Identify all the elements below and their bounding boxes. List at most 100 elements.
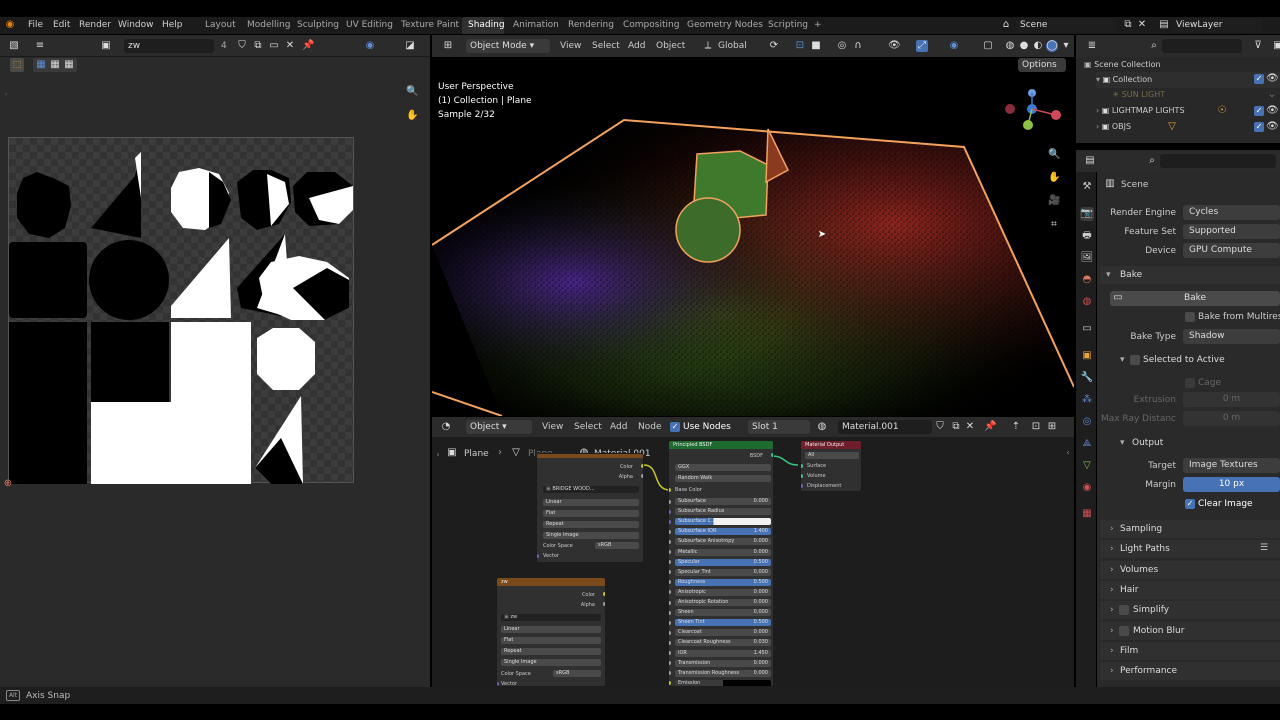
xray-toggle-icon[interactable]: ▢ xyxy=(982,40,994,52)
image-node-top-projection[interactable]: Flat xyxy=(543,510,639,517)
tab-animation[interactable]: Animation xyxy=(513,20,559,30)
menu-help[interactable]: Help xyxy=(162,20,183,30)
toolbar-collapse-arrow-icon[interactable]: › xyxy=(0,88,12,100)
viewport-render-area[interactable]: User Perspective (1) Collection | Plane … xyxy=(432,57,1074,416)
outliner-filter-icon[interactable]: ⊽ xyxy=(1252,40,1264,52)
editor-type-icon[interactable]: ▧ xyxy=(8,40,20,52)
bsdf-input-row[interactable]: Specular 0.500 xyxy=(675,558,771,566)
modifier-tab-icon[interactable]: 🔧 xyxy=(1080,371,1094,385)
bsdf-input-row[interactable]: Roughness 0.500 xyxy=(675,578,771,586)
bsdf-input-socket[interactable] xyxy=(669,600,671,605)
tab-compositing[interactable]: Compositing xyxy=(623,20,679,30)
render-tab-icon[interactable]: 📷 xyxy=(1080,207,1094,221)
render-engine-dropdown[interactable]: Cycles xyxy=(1183,205,1280,220)
hamburger-menu-icon[interactable]: ≡ xyxy=(34,40,46,52)
bsdf-input-socket[interactable] xyxy=(669,580,671,585)
bsdf-input-row[interactable]: Subsurface Radius xyxy=(675,508,771,516)
clear-image-checkbox[interactable]: ✓ xyxy=(1185,499,1195,509)
collection-include-checkbox[interactable]: ✓ xyxy=(1254,74,1264,84)
viewport-menu-select[interactable]: Select xyxy=(592,41,620,51)
viewport-menu-add[interactable]: Add xyxy=(628,41,645,51)
shading-rendered-icon[interactable]: ◯ xyxy=(1046,40,1058,52)
bsdf-distribution[interactable]: GGX xyxy=(675,464,771,471)
ortho-grid-icon[interactable]: ⌗ xyxy=(1048,219,1060,231)
bsdf-input-socket[interactable] xyxy=(669,651,671,655)
material-tab-icon[interactable]: ◉ xyxy=(1080,481,1094,495)
tab-modelling[interactable]: Modelling xyxy=(247,20,290,30)
tab-scripting[interactable]: Scripting xyxy=(768,20,808,30)
bsdf-node-header[interactable]: Principled BSDF xyxy=(669,441,773,449)
menu-file[interactable]: File xyxy=(28,20,43,30)
bsdf-input-row[interactable]: Sheen Tint 0.500 xyxy=(675,619,771,627)
tab-rendering[interactable]: Rendering xyxy=(568,20,614,30)
properties-search-icon[interactable]: ⌕ xyxy=(1146,155,1158,167)
principled-bsdf-node[interactable]: Principled BSDF BSDF GGX Random Walk Bas… xyxy=(668,440,774,687)
bsdf-input-socket[interactable] xyxy=(669,539,671,544)
image-node-bottom-extension[interactable]: Repeat xyxy=(501,648,601,655)
constraints-tab-icon[interactable]: ⟁ xyxy=(1080,437,1094,451)
use-nodes-checkbox[interactable]: ✓ xyxy=(670,422,680,432)
node-menu-add[interactable]: Add xyxy=(610,422,627,432)
image-node-top-interp[interactable]: Linear xyxy=(543,499,639,506)
feature-set-dropdown[interactable]: Supported xyxy=(1183,224,1280,239)
outliner-lightmap-lights[interactable]: › ▣ LIGHTMAP LIGHTS xyxy=(1096,103,1280,119)
material-output-target[interactable]: All xyxy=(805,452,859,459)
output-tab-icon[interactable]: 🖶 xyxy=(1080,229,1094,243)
image-node-bottom-alpha-socket[interactable] xyxy=(603,602,605,606)
image-node-bottom-projection[interactable]: Flat xyxy=(501,637,601,644)
open-folder-icon[interactable]: ▭ xyxy=(268,40,280,52)
collection-visibility-eye-icon[interactable]: 👁 xyxy=(1266,73,1279,85)
image-node-top-colorspace[interactable]: sRGB xyxy=(595,542,639,549)
shading-options-icon[interactable]: ▾ xyxy=(1060,40,1072,52)
tab-layout[interactable]: Layout xyxy=(205,20,236,30)
bake-panel-header[interactable]: ▾ Bake xyxy=(1100,266,1280,284)
extrusion-field[interactable]: 0 m xyxy=(1183,392,1280,407)
image-texture-node-bottom[interactable]: zw Color Alpha ▣ zw Linear Flat Repeat S… xyxy=(496,577,606,687)
node-menu-view[interactable]: View xyxy=(542,422,563,432)
bsdf-input-socket[interactable] xyxy=(669,661,671,666)
physics-tab-icon[interactable]: ◎ xyxy=(1080,415,1094,429)
objs-eye-icon[interactable]: 👁 xyxy=(1266,121,1279,133)
bsdf-input-row[interactable]: Transmission 0.000 xyxy=(675,659,771,667)
bsdf-input-row[interactable]: Subsurface IOR 1.400 xyxy=(675,528,771,536)
visibility-icon[interactable]: 👁 xyxy=(888,40,901,52)
image-node-bottom-image-field[interactable]: ▣ zw xyxy=(501,614,601,621)
shading-material-icon[interactable]: ◐ xyxy=(1032,40,1044,52)
material-output-surface-socket[interactable] xyxy=(801,464,803,468)
outliner-search-input[interactable] xyxy=(1162,39,1242,53)
node-editor-type-icon[interactable]: ◔ xyxy=(440,421,452,433)
image-name-field[interactable]: zw xyxy=(124,39,214,53)
image-browse-icon[interactable]: ▣ xyxy=(100,40,112,52)
panel-enable-checkbox[interactable] xyxy=(1119,625,1129,636)
bsdf-input-row[interactable]: Transmission Roughness 0.000 xyxy=(675,669,771,677)
outliner-scene-collection[interactable]: ▣ Scene Collection xyxy=(1084,57,1280,73)
image-node-top-alpha-socket[interactable] xyxy=(641,474,643,478)
bsdf-input-row[interactable]: Subsurface C... xyxy=(675,518,771,526)
image-node-bottom-interp[interactable]: Linear xyxy=(501,626,601,633)
bsdf-input-socket[interactable] xyxy=(669,509,671,514)
node-parent-icon[interactable]: ⇡ xyxy=(1010,421,1022,433)
bsdf-input-row[interactable]: Emission xyxy=(675,679,771,686)
target-dropdown[interactable]: Image Textures xyxy=(1183,458,1280,473)
node-pin-icon[interactable]: 📌 xyxy=(984,421,996,433)
properties-search-input[interactable] xyxy=(1160,154,1276,168)
bake-type-dropdown[interactable]: Shadow xyxy=(1183,329,1280,344)
tab-geometry-nodes[interactable]: Geometry Nodes xyxy=(687,20,763,30)
collection-tab-icon[interactable]: ▭ xyxy=(1080,322,1094,336)
bsdf-input-row[interactable]: Sheen 0.000 xyxy=(675,609,771,617)
bsdf-input-row[interactable]: Subsurface Anisotropy 0.000 xyxy=(675,538,771,546)
bsdf-input-socket[interactable] xyxy=(669,560,671,565)
margin-field[interactable]: 10 px xyxy=(1183,477,1280,492)
transform-orientation-icon[interactable]: ⟂ xyxy=(702,40,714,52)
menu-window[interactable]: Window xyxy=(118,20,154,30)
bake-from-multires-checkbox[interactable] xyxy=(1185,312,1195,322)
menu-render[interactable]: Render xyxy=(79,20,111,30)
image-node-bottom-header[interactable]: zw xyxy=(497,578,605,586)
select-new-icon[interactable]: ▦ xyxy=(35,59,47,71)
snap-icon[interactable]: ⊡ xyxy=(794,40,806,52)
material-output-volume-socket[interactable] xyxy=(801,474,803,478)
bsdf-input-socket[interactable] xyxy=(669,499,671,504)
fake-user-shield-icon[interactable]: ⛉ xyxy=(236,40,248,52)
outliner-objs[interactable]: › ▣ OBJS xyxy=(1096,119,1280,135)
node-menu-node[interactable]: Node xyxy=(638,422,662,432)
